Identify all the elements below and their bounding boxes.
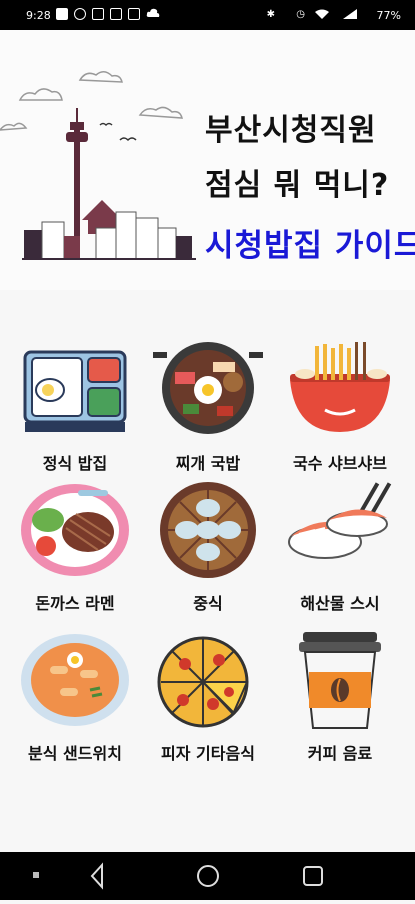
notification-icon (128, 8, 140, 20)
header-title-line3: 시청밥집 가이드 (205, 228, 415, 264)
alarm-icon: ◷ (296, 9, 305, 20)
category-jeongsik[interactable]: 정식 밥집 (10, 340, 140, 500)
lunchbox-icon (23, 350, 127, 432)
category-pizza[interactable]: 피자 기타음식 (143, 630, 273, 790)
notification-icon (110, 8, 122, 20)
category-label: 피자 기타음식 (161, 744, 255, 763)
category-bunsik[interactable]: 분식 샌드위치 (10, 630, 140, 790)
category-noodle[interactable]: 국수 샤브샤브 (275, 340, 405, 500)
category-label: 찌개 국밥 (175, 454, 241, 473)
header-title-line2: 점심 뭐 먹니? (205, 168, 390, 203)
category-label: 돈까스 라멘 (35, 594, 115, 613)
category-donkatsu[interactable]: 돈까스 라멘 (10, 480, 140, 640)
category-coffee[interactable]: 커피 음료 (275, 630, 405, 790)
category-label: 해산물 스시 (300, 594, 380, 613)
category-label: 분식 샌드위치 (28, 744, 122, 763)
wifi-icon (315, 9, 329, 22)
status-time: 9:28 (26, 9, 51, 22)
pizza-icon (157, 636, 249, 728)
recents-icon[interactable] (303, 866, 323, 886)
category-jjigae[interactable]: 찌개 국밥 (143, 340, 273, 500)
notification-icon (56, 8, 68, 20)
coffee-cup-icon (299, 632, 381, 729)
busan-skyline-illustration (0, 71, 196, 260)
header-title-line1: 부산시청직원 (205, 113, 377, 148)
nav-icons (33, 862, 323, 890)
noodle-bowl-icon (290, 342, 390, 432)
sushi-icon (288, 482, 392, 559)
tteokbokki-icon (21, 634, 129, 726)
signal-icon (343, 9, 357, 22)
status-bar: 9:28 ✱ ◷ 77% (0, 0, 415, 30)
navigation-bar (0, 852, 415, 900)
notification-icon (74, 8, 86, 20)
category-label: 국수 샤브샤브 (293, 454, 387, 473)
dot-icon (33, 872, 39, 878)
category-label: 커피 음료 (307, 744, 373, 763)
bluetooth-icon: ✱ (266, 9, 275, 20)
category-label: 중식 (193, 594, 223, 613)
header-banner: 부산시청직원 점심 뭐 먹니? 시청밥집 가이드 (0, 30, 415, 290)
category-label: 정식 밥집 (42, 454, 108, 473)
back-icon[interactable] (90, 862, 103, 890)
cutlet-plate-icon (21, 484, 129, 576)
category-chinese[interactable]: 중식 (143, 480, 273, 640)
dumpling-steamer-icon (160, 482, 256, 578)
battery-level: 77% (376, 9, 401, 22)
notification-icon (92, 8, 104, 20)
cloud-icon (146, 8, 160, 20)
stew-pan-icon (153, 342, 263, 434)
home-icon[interactable] (197, 865, 219, 887)
category-seafood[interactable]: 해산물 스시 (275, 480, 405, 640)
